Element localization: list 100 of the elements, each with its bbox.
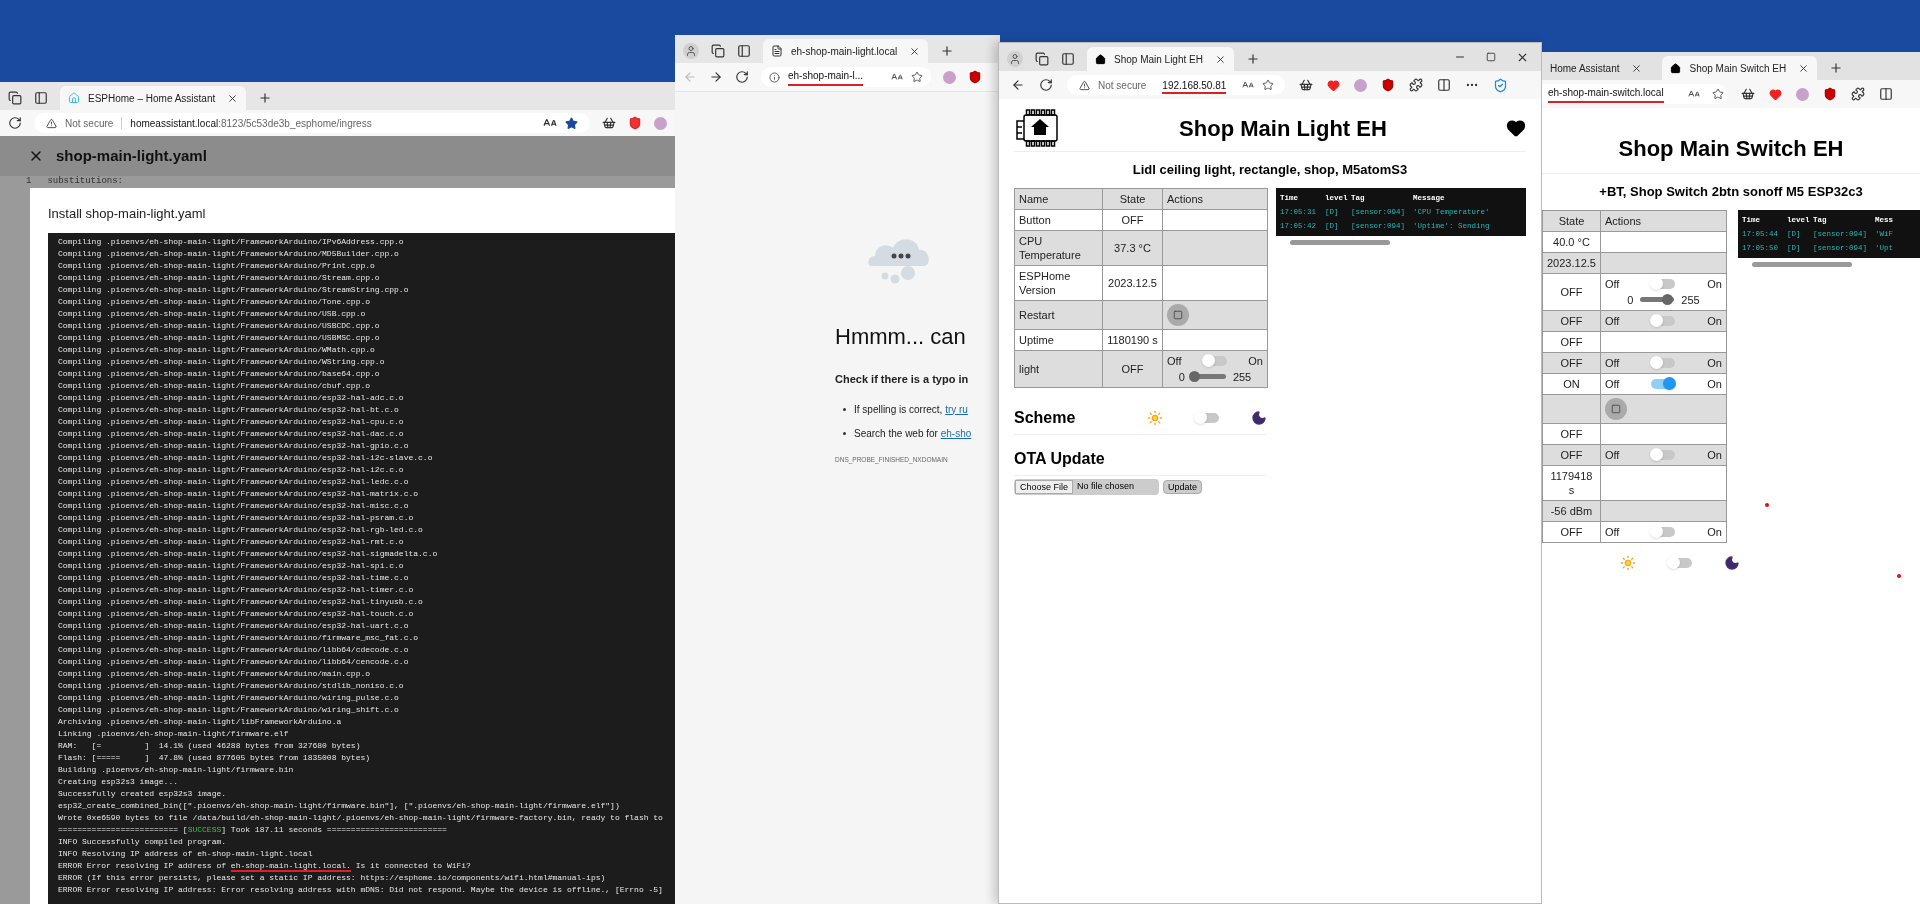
basket-icon[interactable]	[602, 116, 616, 130]
toggle-switch[interactable]	[1651, 449, 1676, 460]
workspaces-icon[interactable]	[711, 44, 725, 58]
close-icon[interactable]	[1631, 62, 1643, 74]
workspaces-icon[interactable]	[8, 91, 22, 105]
toggle-switch[interactable]	[1651, 278, 1676, 289]
table-cell: OFF	[1542, 331, 1601, 352]
log-line: Archiving .pioenvs/eh-shop-main-light/libFrameworkArduino.a	[58, 715, 343, 728]
refresh-icon[interactable]	[1039, 78, 1053, 92]
toggle-label: On	[1248, 353, 1263, 368]
close-icon[interactable]	[227, 92, 239, 104]
log-line: INFO Successfully compiled program.	[58, 835, 228, 848]
slider-thumb[interactable]	[1661, 294, 1673, 305]
toggle-switch[interactable]	[1195, 412, 1219, 423]
basket-icon[interactable]	[1741, 87, 1755, 101]
address-bar[interactable]: Not secure 192.168.50.81	[1067, 75, 1285, 95]
toggle-switch[interactable]	[1651, 526, 1676, 537]
url-text: 192.168.50.81	[1162, 79, 1227, 94]
suggestion-link[interactable]: eh-sho	[940, 427, 972, 439]
toggle-switch[interactable]	[1668, 557, 1692, 568]
address-bar[interactable]: eh-shop-main-l...	[761, 67, 931, 87]
new-tab-icon[interactable]	[940, 44, 955, 58]
log-line: Compiling .pioenvs/eh-shop-main-light/FrameworkArduino/esp32-hal-rgb-led.c.o	[58, 523, 424, 536]
toggle-switch[interactable]	[1651, 357, 1676, 368]
log-line: Compiling .pioenvs/eh-shop-main-light/FrameworkArduino/esp32-hal-adc.c.o	[58, 391, 405, 404]
shield-icon[interactable]	[1823, 87, 1837, 101]
log-line: Compiling .pioenvs/eh-shop-main-light/FrameworkArduino/MD5Builder.cpp.o	[58, 247, 400, 260]
toggle-switch[interactable]	[1651, 378, 1676, 389]
suggestion-link[interactable]: try ru	[945, 403, 968, 415]
toggle-switch[interactable]	[1202, 355, 1227, 366]
read-aloud-icon[interactable]	[1242, 79, 1255, 91]
log-line: Compiling .pioenvs/eh-shop-main-light/FrameworkArduino/esp32-hal-gpio.c.o	[58, 439, 410, 452]
favorite-star-icon[interactable]	[911, 71, 923, 83]
favorite-star-icon[interactable]	[565, 116, 578, 130]
back-icon[interactable]	[1011, 78, 1025, 92]
section-heading: OTA Update	[1014, 446, 1267, 476]
choose-file-button[interactable]: Choose File	[1015, 479, 1074, 494]
log-line: Flash: [===== ] 47.8% (used 877605 bytes from 1835008 bytes)	[58, 751, 372, 764]
new-tab-icon[interactable]	[1829, 61, 1844, 75]
browser-tab[interactable]: eh-shop-main-light.local	[763, 39, 929, 63]
split-screen-icon[interactable]	[1437, 78, 1451, 92]
log-line: Compiling .pioenvs/eh-shop-main-light/FrameworkArduino/esp32-hal-time.c.o	[58, 571, 410, 584]
house-icon[interactable]	[1670, 62, 1682, 74]
read-aloud-icon[interactable]	[1687, 88, 1700, 100]
toggle-label: Off	[1604, 313, 1620, 328]
favorite-star-icon[interactable]	[1711, 88, 1724, 100]
log-line: Compiling .pioenvs/eh-shop-main-light/FrameworkArduino/esp32-hal-bt.c.o	[58, 403, 400, 416]
read-aloud-icon[interactable]	[891, 71, 903, 83]
house-icon[interactable]	[1095, 53, 1106, 65]
page-title: Shop Main Light EH	[1179, 114, 1387, 143]
sidebar-icon[interactable]	[34, 91, 48, 105]
close-icon[interactable]	[909, 45, 921, 57]
browser-tab[interactable]: Home Assistant	[1542, 56, 1651, 80]
profile-icon[interactable]	[1007, 51, 1023, 67]
address-bar[interactable]: eh-shop-main-switch.local	[1542, 84, 1727, 104]
slider-thumb[interactable]	[1188, 371, 1200, 382]
browser-tab[interactable]: ESPHome – Home Assistant	[60, 86, 247, 110]
browser-tab[interactable]: Shop Main Switch EH	[1662, 56, 1818, 80]
error-heading: Hmmm... can	[835, 323, 967, 351]
action-button[interactable]	[1167, 303, 1189, 326]
close-icon[interactable]	[1214, 53, 1226, 65]
extensions-icon[interactable]	[1409, 78, 1423, 92]
log-line: esp32_create_combined_bin([".pioenvs/eh-shop-main-light/firmware.bin"], [".pioenvs/eh-shop-main-light/firmware.elf"])	[58, 799, 621, 812]
warning-icon	[1079, 79, 1090, 91]
profile-icon[interactable]	[683, 43, 699, 59]
log-line: Compiling .pioenvs/eh-shop-main-light/FrameworkArduino/libb64/cdecode.c.o	[58, 643, 410, 656]
favorite-star-icon[interactable]	[1262, 79, 1275, 91]
toggle-switch[interactable]	[1651, 315, 1676, 326]
refresh-icon[interactable]	[735, 70, 749, 84]
address-bar[interactable]: Not secure homeassistant.local:8123/5c53de3b_esphome/ingress	[34, 113, 590, 133]
heart-extension-icon[interactable]	[1769, 87, 1782, 101]
log-line: Compiling .pioenvs/eh-shop-main-light/FrameworkArduino/stdlib_noniso.c.o	[58, 679, 405, 692]
action-button[interactable]	[1604, 397, 1627, 420]
close-icon[interactable]	[1798, 62, 1810, 74]
log-line: Compiling .pioenvs/eh-shop-main-light/FrameworkArduino/esp32-hal-i2c.c.o	[58, 463, 405, 476]
toggle-label: On	[1707, 313, 1722, 328]
maximize-icon[interactable]	[1486, 52, 1496, 62]
update-button[interactable]: Update	[1163, 479, 1203, 494]
heart-extension-icon[interactable]	[1327, 78, 1340, 92]
log-line: Compiling .pioenvs/eh-shop-main-light/FrameworkArduino/base64.cpp.o	[58, 367, 381, 380]
shield-icon[interactable]	[968, 70, 982, 84]
log-line: Compiling .pioenvs/eh-shop-main-light/FrameworkArduino/main.cpp.o	[58, 667, 372, 680]
log-line: Compiling .pioenvs/eh-shop-main-light/FrameworkArduino/USBCDC.cpp.o	[58, 319, 381, 332]
workspaces-icon[interactable]	[1035, 52, 1049, 66]
refresh-icon[interactable]	[8, 116, 22, 130]
new-tab-icon[interactable]	[258, 91, 273, 105]
suggestion-text: If spelling is correct, try ru	[843, 401, 996, 417]
error-subheading: Check if there is a typo in	[835, 372, 970, 387]
browser-tab[interactable]: Shop Main Light EH	[1087, 47, 1234, 71]
basket-icon[interactable]	[1299, 78, 1313, 92]
new-tab-icon[interactable]	[1245, 52, 1260, 66]
sidebar-icon[interactable]	[737, 44, 751, 58]
page-icon[interactable]	[771, 45, 783, 57]
shield-icon[interactable]	[1381, 78, 1395, 92]
forward-icon[interactable]	[709, 70, 723, 84]
split-screen-icon[interactable]	[1879, 87, 1893, 101]
log-line: Compiling .pioenvs/eh-shop-main-light/FrameworkArduino/esp32-hal-i2c-slave.c.o	[58, 451, 434, 464]
shield-icon[interactable]	[628, 116, 642, 130]
extensions-icon[interactable]	[1851, 87, 1865, 101]
sidebar-icon[interactable]	[1061, 52, 1075, 66]
